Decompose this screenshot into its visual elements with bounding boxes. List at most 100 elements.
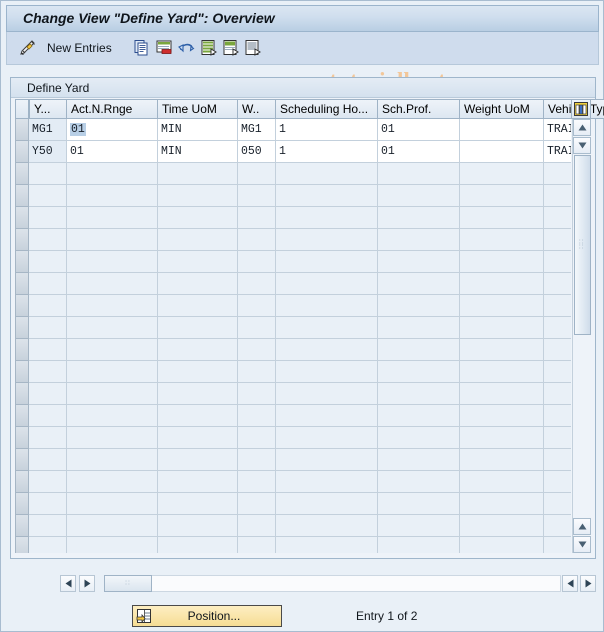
table-cell[interactable] [238,449,276,471]
table-cell[interactable] [67,273,158,295]
table-cell[interactable] [276,251,378,273]
table-cell[interactable] [378,471,460,493]
table-cell[interactable] [29,449,67,471]
table-cell[interactable] [158,251,238,273]
table-cell[interactable] [460,163,544,185]
table-cell[interactable] [276,339,378,361]
table-cell[interactable]: Y50 [29,141,67,163]
table-cell[interactable] [544,471,571,493]
table-cell[interactable] [460,361,544,383]
table-vertical-scrollbar[interactable]: ∷ ∷ [572,119,591,553]
table-cell[interactable] [460,251,544,273]
table-cell[interactable] [238,273,276,295]
row-selector[interactable] [15,119,29,141]
undo-icon[interactable] [177,37,195,59]
table-cell[interactable] [238,493,276,515]
table-cell[interactable] [544,163,571,185]
table-cell[interactable] [238,163,276,185]
table-cell[interactable] [460,295,544,317]
table-cell[interactable] [29,339,67,361]
table-cell[interactable] [29,471,67,493]
table-cell[interactable] [276,471,378,493]
table-row[interactable] [15,229,571,251]
hscroll-left-button[interactable] [60,575,76,592]
table-cell[interactable] [67,361,158,383]
table-cell[interactable] [29,515,67,537]
table-cell[interactable]: 1 [276,141,378,163]
table-cell[interactable] [67,471,158,493]
table-cell[interactable] [544,449,571,471]
table-cell[interactable] [67,251,158,273]
select-all-column-header[interactable] [15,99,29,119]
table-cell[interactable] [460,515,544,537]
table-cell[interactable] [67,515,158,537]
table-cell[interactable] [544,427,571,449]
scroll-down-button[interactable] [573,137,591,154]
table-cell[interactable] [544,317,571,339]
table-row[interactable]: MG101MINMG1101TRAILER48 [15,119,571,141]
table-cell[interactable] [544,273,571,295]
table-cell[interactable] [378,229,460,251]
table-cell[interactable] [276,295,378,317]
row-selector[interactable] [15,361,29,383]
hscroll-page-right-button[interactable] [580,575,596,592]
table-cell[interactable] [378,515,460,537]
horizontal-scroll-thumb[interactable]: ∷ [104,575,152,592]
row-selector[interactable] [15,537,29,553]
table-cell[interactable] [67,185,158,207]
table-cell[interactable] [276,449,378,471]
row-selector[interactable] [15,317,29,339]
table-cell[interactable] [378,251,460,273]
table-cell[interactable]: 01 [67,141,158,163]
table-cell[interactable] [276,207,378,229]
table-cell[interactable] [158,185,238,207]
table-row[interactable] [15,295,571,317]
column-header[interactable]: Y... [29,99,67,119]
table-cell[interactable] [158,449,238,471]
table-cell[interactable] [460,471,544,493]
table-cell[interactable] [67,405,158,427]
table-cell[interactable] [544,295,571,317]
table-cell[interactable] [276,405,378,427]
table-cell[interactable] [67,295,158,317]
row-selector[interactable] [15,471,29,493]
table-cell[interactable]: MIN [158,119,238,141]
table-cell[interactable] [378,383,460,405]
table-cell[interactable] [378,361,460,383]
table-cell[interactable] [238,471,276,493]
column-header[interactable]: Act.N.Rnge [67,99,158,119]
table-cell[interactable]: TRAILER48 [544,141,571,163]
table-cell[interactable] [460,141,544,163]
table-cell[interactable] [378,537,460,553]
table-cell[interactable] [378,493,460,515]
table-cell[interactable] [544,383,571,405]
table-cell[interactable] [67,317,158,339]
table-cell[interactable] [158,493,238,515]
table-cell[interactable]: 01 [67,119,158,141]
table-horizontal-scrollbar[interactable]: ∷ [19,575,596,593]
table-row[interactable] [15,207,571,229]
delete-icon[interactable] [155,37,173,59]
table-cell[interactable] [378,163,460,185]
table-row[interactable] [15,339,571,361]
table-cell[interactable] [158,229,238,251]
table-cell[interactable] [378,449,460,471]
table-cell[interactable] [460,229,544,251]
table-cell[interactable] [29,493,67,515]
table-row[interactable] [15,449,571,471]
table-cell[interactable] [276,361,378,383]
table-cell[interactable] [460,383,544,405]
table-cell[interactable] [67,493,158,515]
table-cell[interactable] [544,185,571,207]
table-cell[interactable] [238,515,276,537]
new-entries-button[interactable]: New Entries [47,37,112,59]
table-cell[interactable] [29,317,67,339]
table-row[interactable] [15,515,571,537]
row-selector[interactable] [15,383,29,405]
table-cell[interactable] [67,163,158,185]
table-cell[interactable]: 050 [238,141,276,163]
table-cell[interactable] [378,339,460,361]
table-cell[interactable] [158,273,238,295]
row-selector[interactable] [15,427,29,449]
table-cell[interactable] [158,295,238,317]
